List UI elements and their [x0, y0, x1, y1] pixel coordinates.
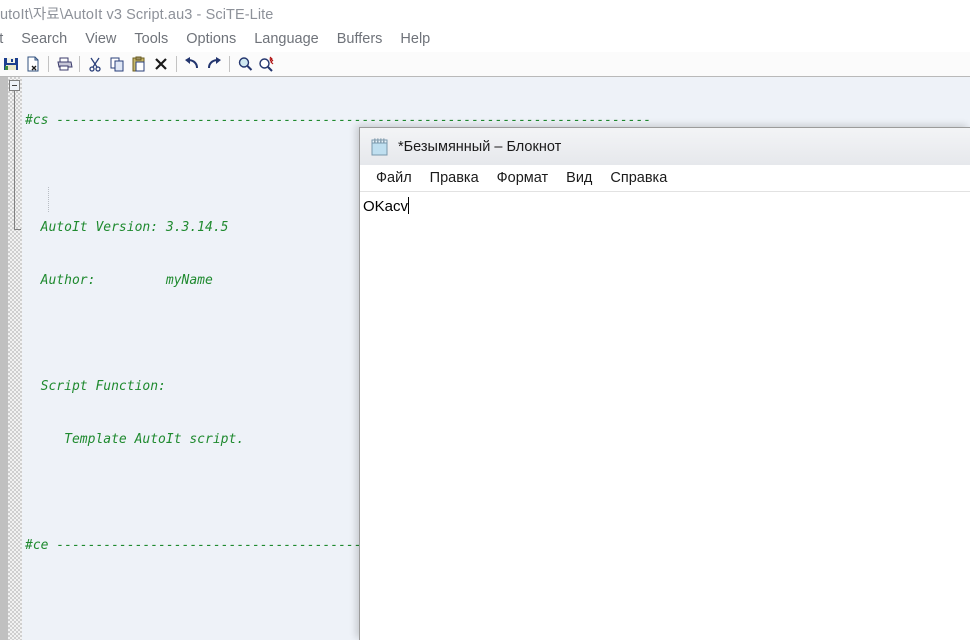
notepad-text-area[interactable]: OKacv	[360, 193, 970, 640]
notepad-menubar: Файл Правка Формат Вид Справка	[360, 165, 970, 192]
delete-icon[interactable]	[150, 53, 172, 75]
scite-toolbar	[0, 52, 970, 77]
copy-icon[interactable]	[106, 53, 128, 75]
redo-icon[interactable]	[203, 53, 225, 75]
menu-search[interactable]: Search	[21, 31, 77, 47]
menu-view[interactable]: View	[85, 31, 126, 47]
save-as-icon[interactable]	[22, 53, 44, 75]
window-title: utoIt\자료\AutoIt v3 Script.au3 - SciTE-Li…	[0, 6, 274, 23]
menu-help[interactable]: Help	[400, 31, 440, 47]
menu-edit[interactable]: it	[0, 31, 13, 47]
toolbar-separator	[48, 56, 49, 72]
replace-icon[interactable]	[256, 53, 278, 75]
print-icon[interactable]	[53, 53, 75, 75]
menu-language[interactable]: Language	[254, 31, 329, 47]
toolbar-separator	[176, 56, 177, 72]
editor-fold-margin[interactable]	[8, 77, 22, 640]
paste-icon[interactable]	[128, 53, 150, 75]
menu-tools[interactable]: Tools	[134, 31, 178, 47]
find-icon[interactable]	[234, 53, 256, 75]
np-menu-format[interactable]: Формат	[497, 170, 549, 186]
menu-options[interactable]: Options	[186, 31, 246, 47]
toolbar-separator	[79, 56, 80, 72]
code-comment: Template AutoIt script.	[25, 431, 245, 447]
code-comment: Author: myName	[25, 272, 213, 288]
text-caret	[408, 197, 410, 214]
np-menu-help[interactable]: Справка	[610, 170, 667, 186]
save-icon[interactable]	[0, 53, 22, 75]
toolbar-separator	[229, 56, 230, 72]
code-comment: Script Function:	[25, 378, 166, 394]
notepad-window[interactable]: *Безымянный – Блокнот Файл Правка Формат…	[359, 127, 970, 640]
np-menu-file[interactable]: Файл	[376, 170, 412, 186]
menu-buffers[interactable]: Buffers	[337, 31, 393, 47]
fold-connector-line	[14, 91, 15, 230]
scite-menubar: it Search View Tools Options Language Bu…	[0, 26, 970, 52]
scite-titlebar: utoIt\자료\AutoIt v3 Script.au3 - SciTE-Li…	[0, 0, 970, 26]
notepad-titlebar[interactable]: *Безымянный – Блокнот	[360, 128, 970, 165]
notepad-text-content: OKacv	[363, 198, 409, 215]
undo-icon[interactable]	[181, 53, 203, 75]
fold-connector-foot	[14, 229, 21, 230]
fold-collapse-box[interactable]	[9, 80, 20, 91]
notepad-title: *Безымянный – Блокнот	[398, 138, 562, 155]
editor-selection-margin	[0, 77, 8, 640]
np-menu-edit[interactable]: Правка	[430, 170, 479, 186]
cut-icon[interactable]	[84, 53, 106, 75]
code-comment: AutoIt Version: 3.3.14.5	[25, 219, 229, 235]
np-menu-view[interactable]: Вид	[566, 170, 592, 186]
notepad-icon	[370, 137, 390, 157]
